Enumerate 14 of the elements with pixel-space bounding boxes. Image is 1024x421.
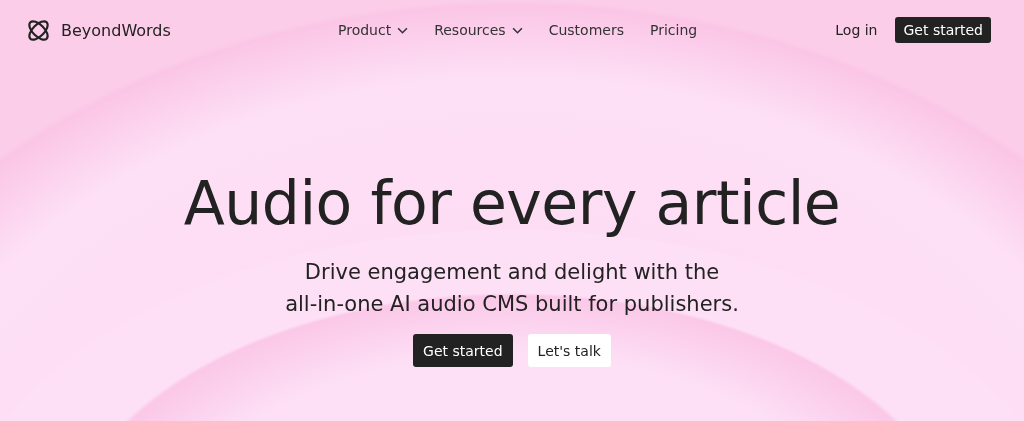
logo-text[interactable]: BeyondWords	[61, 20, 171, 40]
nav-link[interactable]: Customers	[548, 22, 624, 38]
nav-link[interactable]: Pricing	[649, 22, 698, 38]
caret-icon	[511, 26, 523, 34]
login-link[interactable]: Log in	[835, 22, 878, 38]
nav-link[interactable]: Resources	[434, 22, 523, 38]
nav-link[interactable]: Product	[338, 22, 409, 38]
subtitle-line: Drive engagement and delight with the	[303, 259, 721, 286]
get-started-button[interactable]: Get started	[413, 334, 513, 367]
subtitle-line: all-in-one AI audio CMS built for publishers.	[285, 291, 739, 318]
talk-button[interactable]: Let's talk	[527, 334, 611, 367]
hero-title: Audio for every article	[183, 168, 841, 238]
caret-icon	[397, 26, 409, 34]
get-started-button[interactable]: Get started	[895, 17, 991, 43]
